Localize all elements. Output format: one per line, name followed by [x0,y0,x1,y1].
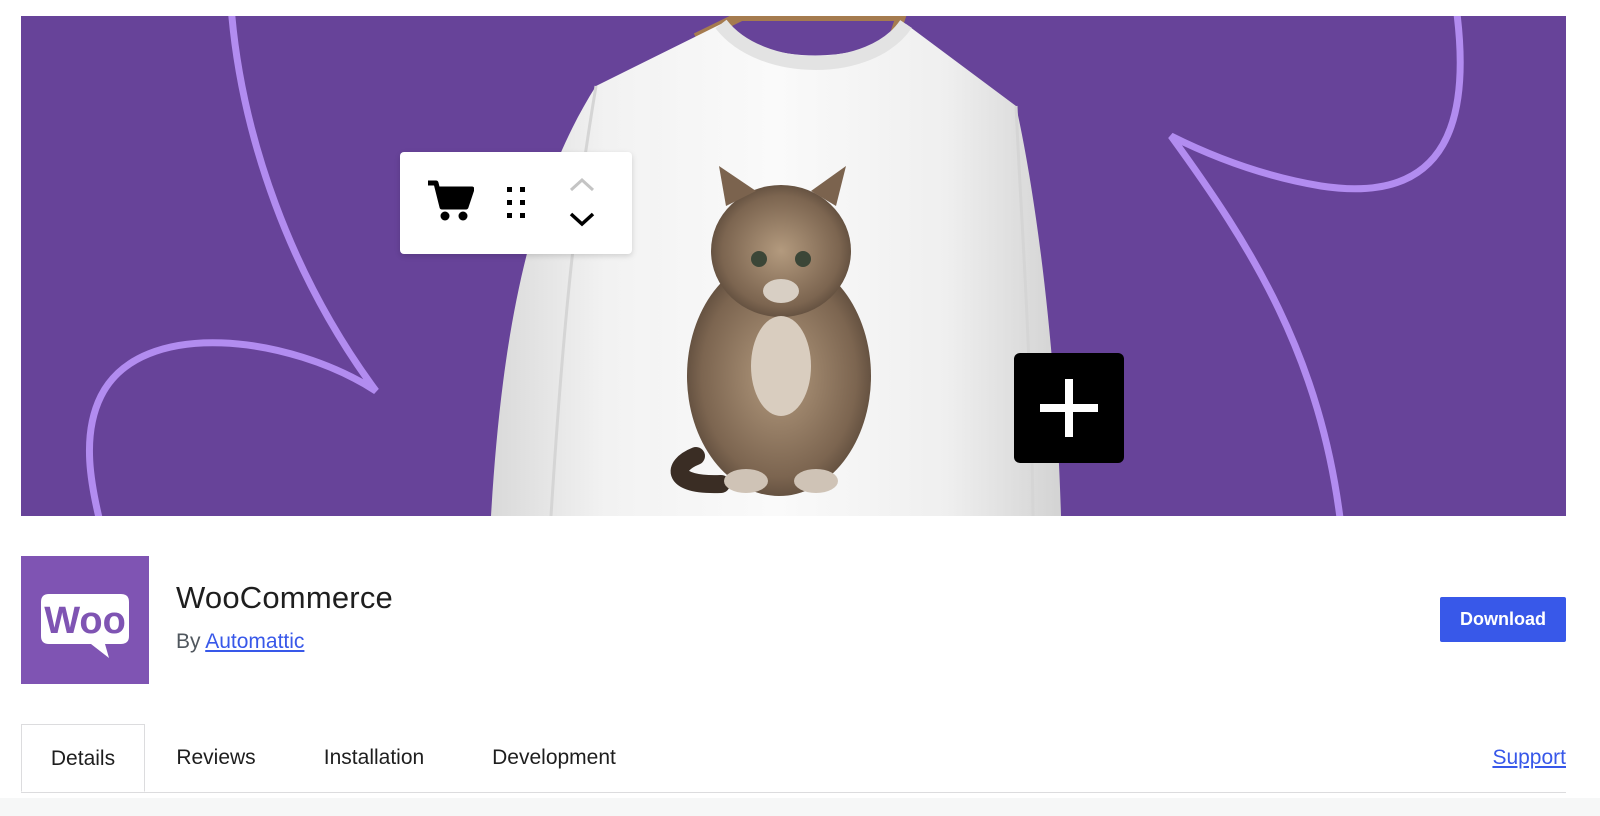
cart-icon[interactable] [426,179,475,228]
tab-development[interactable]: Development [487,724,621,792]
drag-handle-icon[interactable] [505,185,527,226]
plus-icon[interactable] [1014,353,1124,463]
chevron-up-icon[interactable] [568,176,596,199]
tab-reviews[interactable]: Reviews [171,724,261,792]
support-link[interactable]: Support [1492,724,1566,792]
download-button[interactable]: Download [1440,597,1566,642]
by-label: By [176,630,201,653]
tab-installation[interactable]: Installation [318,724,430,792]
block-toolbar [400,152,632,254]
plugin-title: WooCommerce [176,580,393,615]
page-bottom-strip [0,798,1600,816]
byline: By Automattic [176,630,304,654]
hero-banner [21,16,1566,516]
logo-text: Woo [44,600,126,642]
chevron-down-icon[interactable] [568,210,596,233]
author-link[interactable]: Automattic [205,630,304,653]
plugin-tabs: Details Reviews Installation Development… [21,724,1566,793]
sweater-with-kitten-image [491,16,1061,516]
plugin-logo: Woo [21,556,149,684]
tab-details[interactable]: Details [21,724,145,792]
